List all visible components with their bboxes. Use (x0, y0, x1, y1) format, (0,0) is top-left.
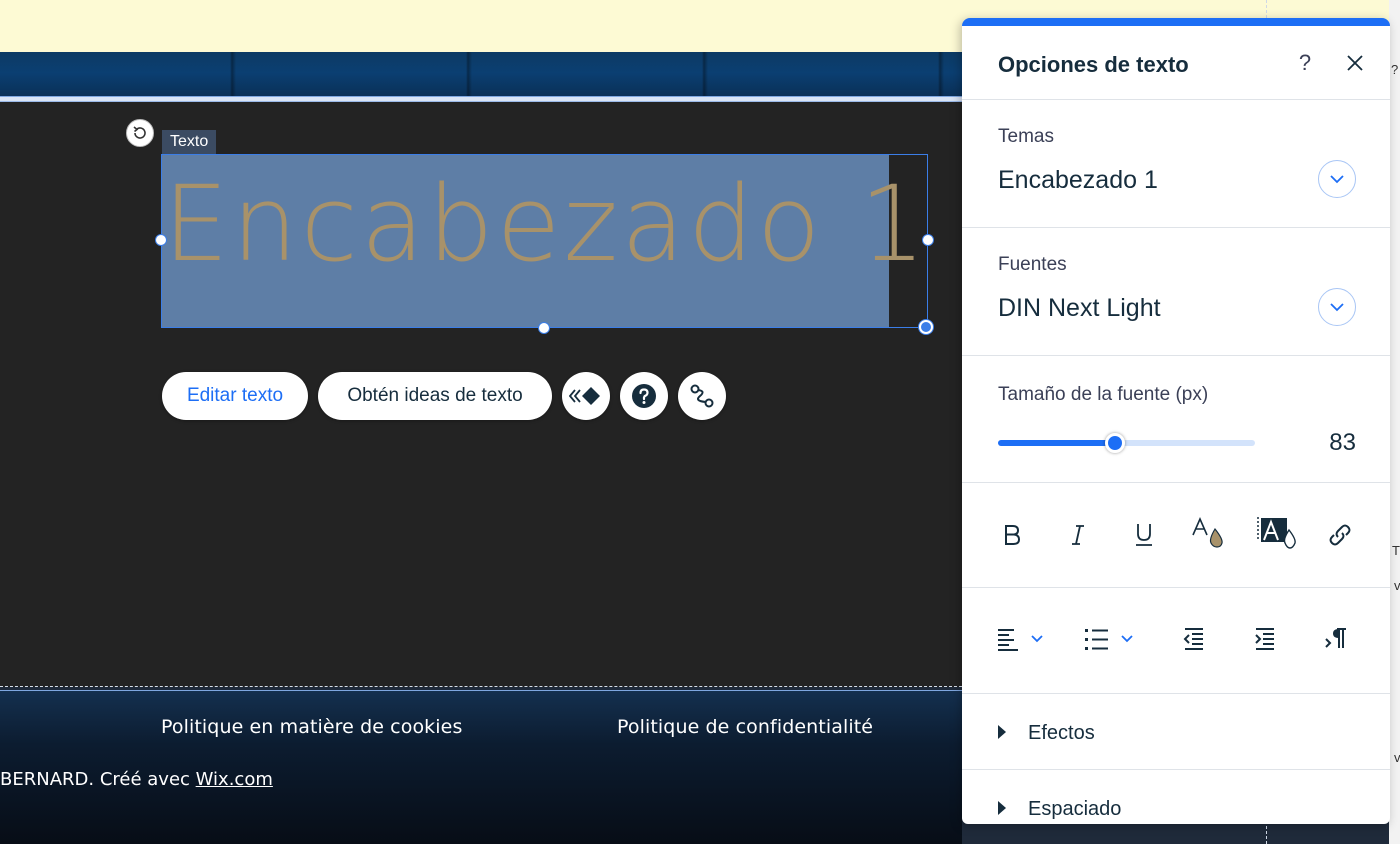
fonts-dropdown-button[interactable] (1318, 288, 1356, 326)
element-type-tag: Texto (162, 130, 217, 154)
text-direction-icon (1325, 628, 1346, 648)
align-left-icon (998, 629, 1043, 651)
font-size-label: Tamaño de la fuente (px) (998, 384, 1209, 405)
underline-icon (1136, 524, 1152, 546)
themes-label: Temas (998, 126, 1054, 147)
chevron-down-icon (1330, 175, 1344, 184)
canvas-edge (1389, 0, 1400, 844)
fonts-label: Fuentes (998, 254, 1067, 275)
text-layout-toolbar (962, 588, 1390, 694)
text-format-toolbar (962, 483, 1390, 588)
text-alignment-button[interactable] (994, 621, 1050, 657)
spacing-label: Espaciado (1028, 798, 1122, 820)
text-color-icon (1192, 517, 1223, 548)
font-size-section: Tamaño de la fuente (px) 83 (962, 356, 1390, 483)
themes-section: Temas Encabezado 1 (962, 100, 1390, 228)
resize-handle-bottom[interactable] (538, 322, 550, 334)
resize-handle-right[interactable] (922, 234, 934, 246)
caret-right-icon (998, 801, 1006, 815)
edge-char: T (1392, 543, 1400, 558)
link-icon (1329, 524, 1351, 546)
close-icon (1347, 55, 1363, 71)
resize-handle-left[interactable] (155, 234, 167, 246)
selection-box[interactable] (161, 154, 928, 328)
themes-dropdown-button[interactable] (1318, 160, 1356, 198)
increase-indent-button[interactable] (1247, 621, 1283, 657)
text-direction-button[interactable] (1318, 621, 1354, 657)
footer-link-cookies[interactable]: Politique en matière de cookies (161, 716, 462, 738)
panel-title: Opciones de texto (998, 52, 1189, 77)
edge-char: ? (1391, 62, 1399, 77)
font-size-slider-fill (998, 440, 1115, 446)
link-button[interactable] (1322, 517, 1358, 553)
edge-char: v (1394, 750, 1400, 765)
footer-credit-text: BERNARD. Créé avec (0, 769, 196, 790)
panel-close-button[interactable] (1342, 50, 1368, 76)
animation-button[interactable] (562, 372, 610, 420)
text-settings-panel: Opciones de texto ? Temas Encabezado 1 F… (962, 18, 1390, 824)
rotate-icon (133, 126, 146, 139)
footer-credit: BERNARD. Créé avec Wix.com (0, 769, 273, 790)
panel-help-button[interactable]: ? (1292, 50, 1318, 76)
get-text-ideas-button[interactable]: Obtén ideas de texto (318, 372, 552, 420)
edit-text-button[interactable]: Editar texto (162, 372, 308, 420)
effects-label: Efectos (1028, 722, 1095, 744)
connect-button[interactable] (678, 372, 726, 420)
font-size-value[interactable]: 83 (1329, 429, 1356, 457)
chevron-down-icon (1330, 303, 1344, 312)
themes-value[interactable]: Encabezado 1 (998, 166, 1158, 195)
increase-indent-icon (1255, 628, 1274, 650)
fonts-value[interactable]: DIN Next Light (998, 294, 1161, 323)
footer-link-privacy[interactable]: Politique de confidentialité (617, 716, 873, 738)
caret-right-icon (998, 725, 1006, 739)
highlight-button[interactable] (1254, 515, 1298, 551)
panel-header: Opciones de texto ? (962, 26, 1390, 100)
animation-icon (569, 387, 600, 405)
resize-handle-corner[interactable] (919, 320, 933, 334)
highlight-icon (1257, 517, 1296, 549)
font-size-slider[interactable] (998, 433, 1255, 453)
rotate-handle[interactable] (126, 119, 154, 147)
help-button[interactable] (620, 372, 668, 420)
spacing-accordion[interactable]: Espaciado (962, 770, 1390, 824)
bold-icon (1005, 525, 1021, 545)
help-icon (632, 384, 656, 408)
bullet-list-button[interactable] (1082, 621, 1138, 657)
fonts-section: Fuentes DIN Next Light (962, 228, 1390, 356)
text-color-button[interactable] (1190, 515, 1226, 551)
font-size-slider-thumb[interactable] (1104, 433, 1125, 453)
italic-button[interactable] (1060, 517, 1096, 553)
bullet-list-icon (1085, 629, 1133, 650)
bold-button[interactable] (994, 517, 1030, 553)
edge-char: v (1394, 578, 1400, 593)
connect-icon (690, 384, 714, 408)
footer-credit-link[interactable]: Wix.com (196, 769, 273, 790)
underline-button[interactable] (1126, 517, 1162, 553)
decrease-indent-button[interactable] (1176, 621, 1212, 657)
italic-icon (1072, 525, 1084, 545)
effects-accordion[interactable]: Efectos (962, 694, 1390, 770)
decrease-indent-icon (1183, 628, 1203, 650)
footer (0, 691, 962, 844)
